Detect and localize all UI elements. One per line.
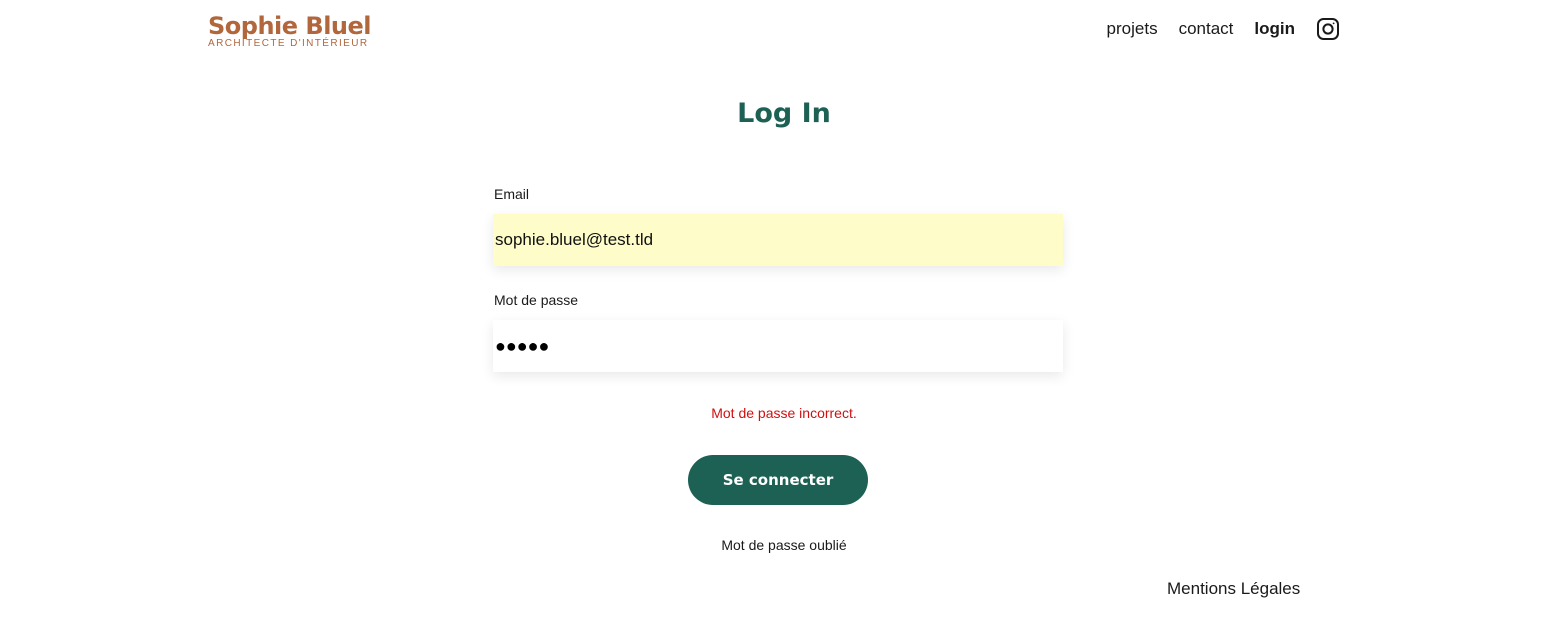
nav-item-projets[interactable]: projets xyxy=(1107,19,1158,39)
email-field[interactable]: sophie.bluel@test.tld xyxy=(493,214,1063,266)
site-header: Sophie Bluel ARCHITECTE D'INTÉRIEUR proj… xyxy=(0,0,1568,60)
nav-item-contact[interactable]: contact xyxy=(1179,19,1234,39)
forgot-password-link[interactable]: Mot de passe oublié xyxy=(0,537,1568,553)
brand-title: Sophie Bluel xyxy=(208,12,372,40)
password-label: Mot de passe xyxy=(494,292,579,308)
password-field[interactable]: ●●●●● xyxy=(493,320,1063,372)
nav-item-login[interactable]: login xyxy=(1254,19,1295,39)
error-message: Mot de passe incorrect. xyxy=(711,405,857,421)
email-label: Email xyxy=(494,186,530,202)
page-title: Log In xyxy=(737,98,831,129)
login-form: Email sophie.bluel@test.tld Mot de passe… xyxy=(493,186,1063,372)
login-button[interactable]: Se connecter xyxy=(688,455,868,505)
brand-subtitle: ARCHITECTE D'INTÉRIEUR xyxy=(208,38,369,49)
main-nav: projets contact login xyxy=(1107,17,1340,41)
email-value: sophie.bluel@test.tld xyxy=(495,230,654,249)
instagram-icon[interactable] xyxy=(1316,17,1340,41)
legal-notice-link[interactable]: Mentions Légales xyxy=(1167,579,1300,599)
password-masked-value: ●●●●● xyxy=(495,335,550,356)
brand-logo[interactable]: Sophie Bluel ARCHITECTE D'INTÉRIEUR xyxy=(208,12,372,49)
